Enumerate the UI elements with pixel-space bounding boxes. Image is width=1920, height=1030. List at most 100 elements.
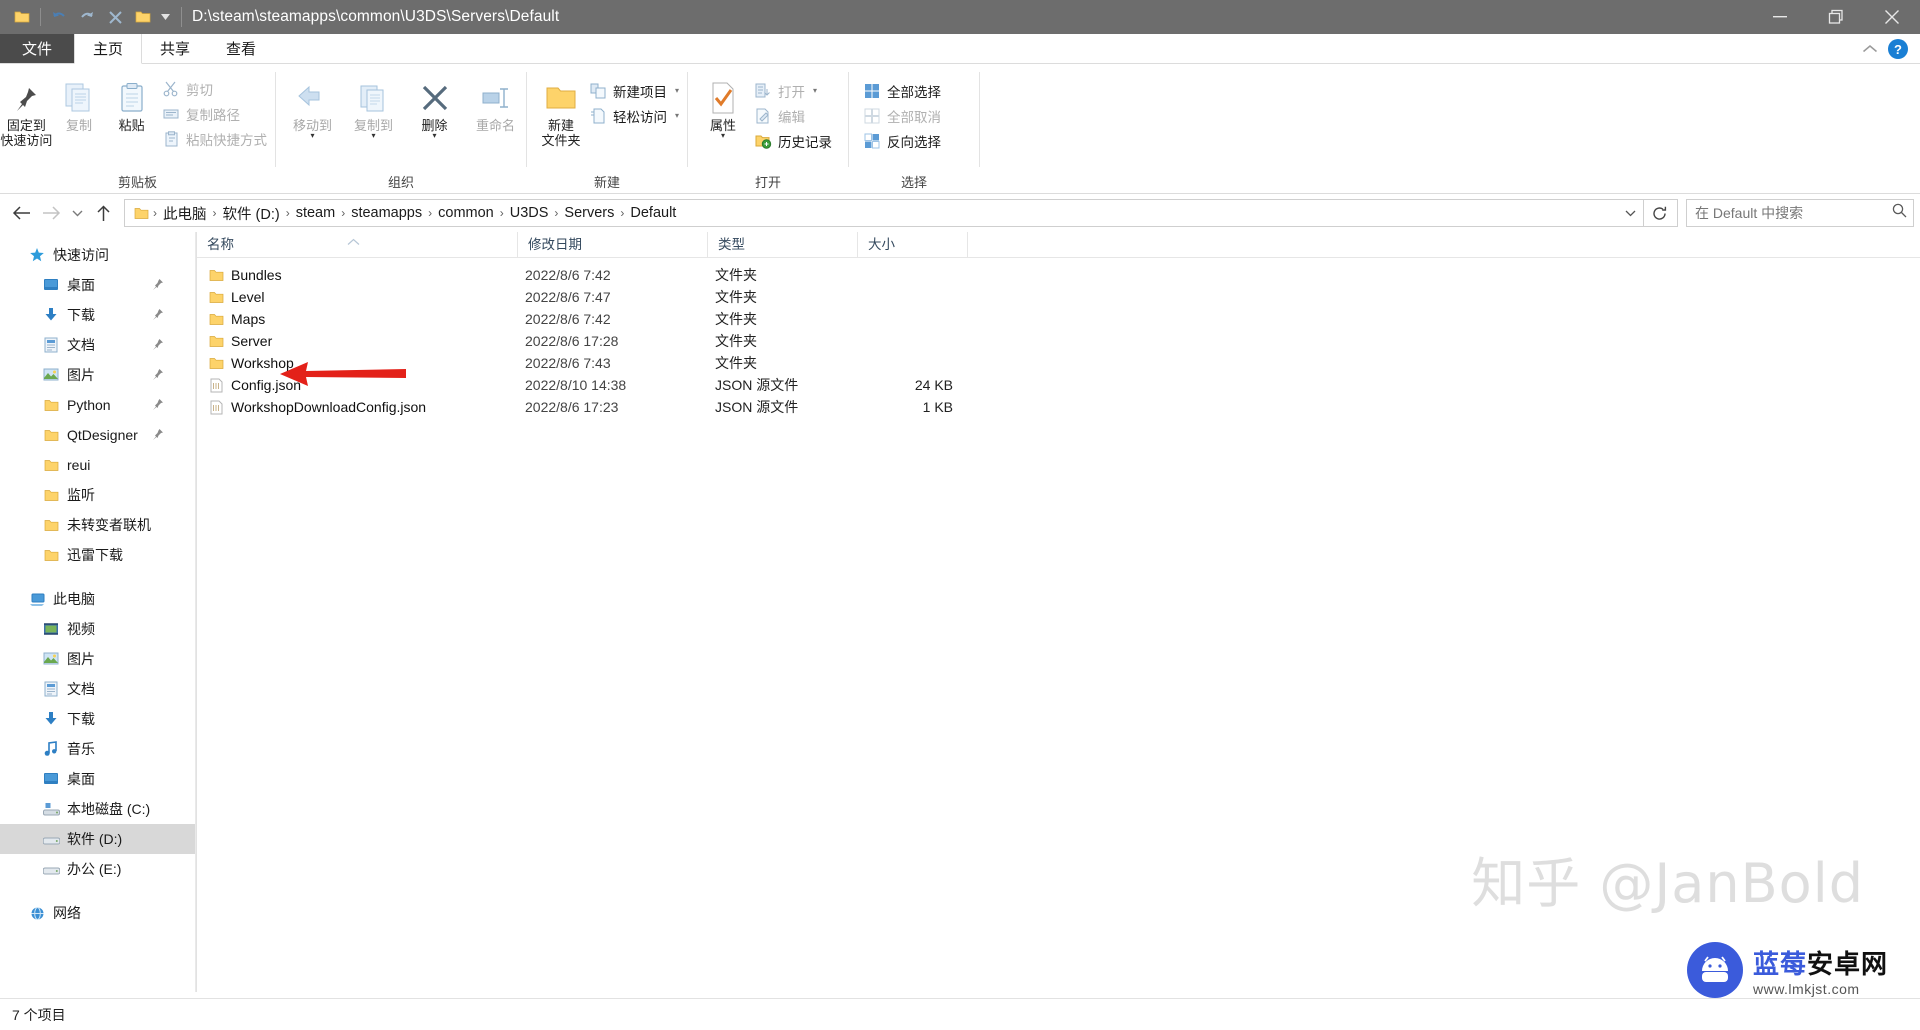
pin-icon[interactable]	[152, 338, 164, 353]
dropdown-caret-icon[interactable]: ▾	[432, 132, 436, 140]
sidebar-item-pictures[interactable]: 图片	[0, 360, 196, 390]
pin-icon[interactable]	[152, 368, 164, 383]
table-row[interactable]: Workshop 2022/8/6 7:43 文件夹	[197, 352, 1920, 374]
sidebar-item-thunder-download[interactable]: 迅雷下载	[0, 540, 196, 570]
open-button[interactable]: 打开 ▾	[750, 78, 840, 103]
back-button[interactable]	[6, 198, 36, 228]
properties-button[interactable]: 属性 ▾	[696, 72, 750, 140]
tab-home[interactable]: 主页	[74, 34, 143, 64]
copy-path-button[interactable]: 复制路径	[158, 101, 275, 126]
copy-to-button[interactable]: 复制到 ▾	[343, 72, 404, 140]
column-header-type[interactable]: 类型	[707, 231, 857, 258]
table-row[interactable]: Bundles 2022/8/6 7:42 文件夹	[197, 264, 1920, 286]
select-all-button[interactable]: 全部选择	[859, 78, 949, 103]
table-row[interactable]: Maps 2022/8/6 7:42 文件夹	[197, 308, 1920, 330]
search-box[interactable]: 在 Default 中搜索	[1686, 199, 1914, 227]
sidebar-item-reui[interactable]: reui	[0, 450, 196, 480]
history-button[interactable]: 历史记录	[750, 128, 840, 153]
sidebar-item-downloads[interactable]: 下载	[0, 300, 196, 330]
pin-icon[interactable]	[152, 428, 164, 443]
table-row[interactable]: Level 2022/8/6 7:47 文件夹	[197, 286, 1920, 308]
dropdown-caret-icon[interactable]: ▾	[310, 132, 314, 140]
maximize-restore-button[interactable]	[1808, 0, 1864, 34]
up-button[interactable]	[88, 198, 118, 228]
paste-button[interactable]: 粘贴	[105, 72, 158, 133]
sidebar-item-pictures-pc[interactable]: 图片	[0, 644, 196, 674]
sidebar-item-python[interactable]: Python	[0, 390, 196, 420]
forward-button[interactable]	[36, 198, 66, 228]
tab-view[interactable]: 查看	[208, 34, 274, 63]
sidebar-item-qtdesigner[interactable]: QtDesigner	[0, 420, 196, 450]
edit-button[interactable]: 编辑	[750, 103, 840, 128]
sidebar-item-videos[interactable]: 视频	[0, 614, 196, 644]
redo-icon[interactable]	[73, 3, 101, 31]
sidebar-item-desktop-pc[interactable]: 桌面	[0, 764, 196, 794]
dropdown-caret-icon[interactable]: ▾	[371, 132, 375, 140]
pin-icon[interactable]	[152, 308, 164, 323]
move-to-button[interactable]: 移动到 ▾	[282, 72, 343, 140]
new-item-button[interactable]: 新建项目 ▾	[585, 78, 687, 103]
address-dropdown-icon[interactable]	[1617, 200, 1643, 226]
pin-to-quick-access-button[interactable]: 固定到 快速访问	[0, 72, 53, 148]
cut-button[interactable]: 剪切	[158, 76, 275, 101]
folder-icon[interactable]	[8, 3, 36, 31]
sidebar-item-quick-access[interactable]: 快速访问	[0, 240, 196, 270]
sidebar-item-documents[interactable]: 文档	[0, 330, 196, 360]
pin-icon[interactable]	[152, 398, 164, 413]
close-icon[interactable]	[101, 3, 129, 31]
column-header-name[interactable]: 名称	[197, 232, 517, 258]
sidebar-item-listen[interactable]: 监听	[0, 480, 196, 510]
pin-icon[interactable]	[152, 278, 164, 293]
breadcrumb-item-drive-d[interactable]: 软件 (D:)	[219, 203, 284, 224]
folder-properties-icon[interactable]	[129, 3, 157, 31]
breadcrumb-item-steamapps[interactable]: steamapps	[347, 205, 426, 221]
sidebar-item-this-pc[interactable]: 此电脑	[0, 584, 196, 614]
search-icon[interactable]	[1892, 203, 1907, 223]
breadcrumb-item-u3ds[interactable]: U3DS	[506, 205, 553, 221]
sidebar-item-desktop[interactable]: 桌面	[0, 270, 196, 300]
dropdown-caret-icon[interactable]: ▾	[675, 111, 679, 120]
customize-dropdown-icon[interactable]	[157, 3, 173, 31]
sidebar-item-drive-e[interactable]: 办公 (E:)	[0, 854, 196, 884]
paste-shortcut-button[interactable]: 粘贴快捷方式	[158, 126, 275, 151]
new-folder-button[interactable]: 新建 文件夹	[537, 72, 585, 148]
table-row[interactable]: Config.json 2022/8/10 14:38 JSON 源文件 24 …	[197, 374, 1920, 396]
sidebar-item-unturned-multiplayer[interactable]: 未转变者联机	[0, 510, 196, 540]
delete-button[interactable]: 删除 ▾	[404, 72, 465, 140]
breadcrumb-item-default[interactable]: Default	[626, 205, 680, 221]
invert-selection-button[interactable]: 反向选择	[859, 128, 949, 153]
dropdown-caret-icon[interactable]: ▾	[721, 132, 725, 140]
dropdown-caret-icon[interactable]: ▾	[813, 86, 817, 95]
dropdown-caret-icon[interactable]: ▾	[675, 86, 679, 95]
title-divider	[181, 7, 182, 27]
refresh-button[interactable]	[1643, 199, 1675, 227]
recent-locations-button[interactable]	[66, 198, 88, 228]
table-row[interactable]: WorkshopDownloadConfig.json 2022/8/6 17:…	[197, 396, 1920, 418]
select-none-button[interactable]: 全部取消	[859, 103, 949, 128]
search-input[interactable]: 在 Default 中搜索	[1695, 203, 1892, 223]
rename-button[interactable]: 重命名	[465, 72, 526, 133]
sidebar-item-local-disk-c[interactable]: 本地磁盘 (C:)	[0, 794, 196, 824]
sidebar-item-drive-d[interactable]: 软件 (D:)	[0, 824, 196, 854]
address-bar[interactable]: › 此电脑 › 软件 (D:) › steam › steamapps › co…	[124, 199, 1678, 227]
help-button[interactable]: ?	[1888, 39, 1908, 59]
column-header-date[interactable]: 修改日期	[517, 231, 707, 258]
column-header-size[interactable]: 大小	[857, 231, 967, 258]
tab-file[interactable]: 文件	[0, 34, 75, 63]
breadcrumb-item-servers[interactable]: Servers	[560, 205, 618, 221]
undo-icon[interactable]	[45, 3, 73, 31]
breadcrumb-item-this-pc[interactable]: 此电脑	[159, 203, 211, 224]
sidebar-item-downloads-pc[interactable]: 下载	[0, 704, 196, 734]
close-button[interactable]	[1864, 0, 1920, 34]
minimize-button[interactable]	[1752, 0, 1808, 34]
chevron-up-icon[interactable]	[1862, 41, 1878, 57]
copy-button[interactable]: 复制	[53, 72, 106, 133]
sidebar-item-documents-pc[interactable]: 文档	[0, 674, 196, 704]
sidebar-item-music[interactable]: 音乐	[0, 734, 196, 764]
breadcrumb-item-steam[interactable]: steam	[292, 205, 340, 221]
easy-access-button[interactable]: 轻松访问 ▾	[585, 103, 687, 128]
table-row[interactable]: Server 2022/8/6 17:28 文件夹	[197, 330, 1920, 352]
breadcrumb-item-common[interactable]: common	[434, 205, 498, 221]
sidebar-item-network[interactable]: 网络	[0, 898, 196, 928]
tab-share[interactable]: 共享	[142, 34, 208, 63]
